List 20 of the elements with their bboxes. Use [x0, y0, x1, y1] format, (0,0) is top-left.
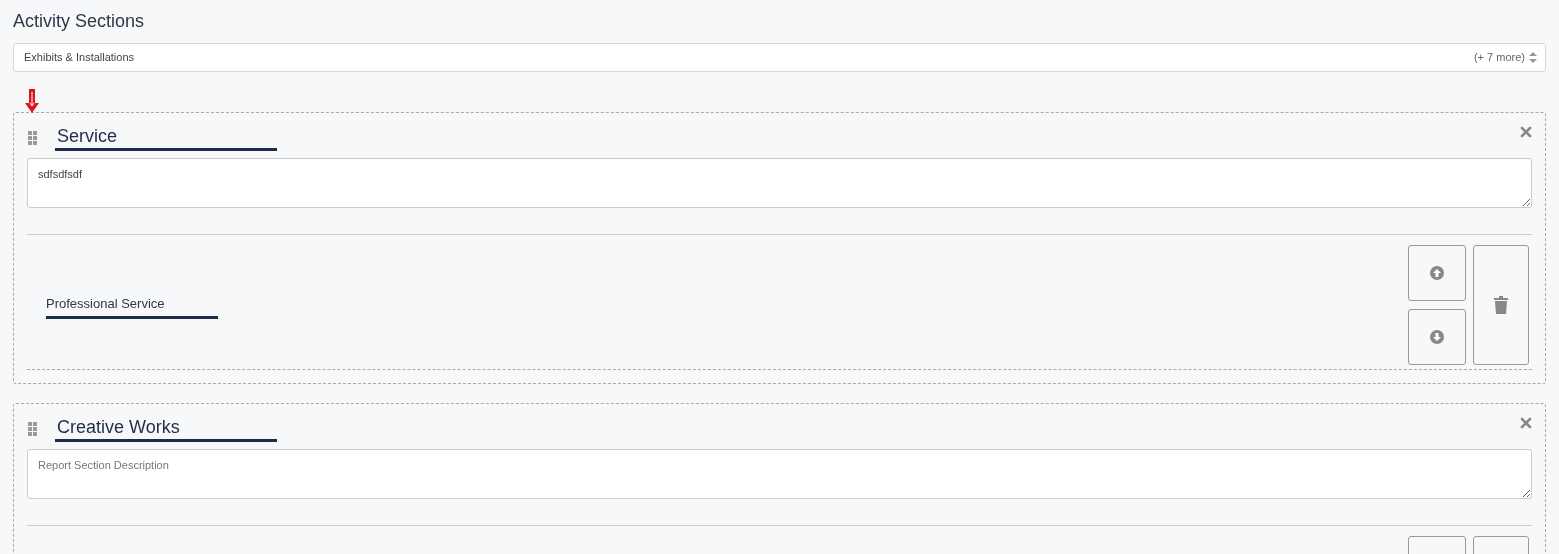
sort-caret-icon — [1529, 52, 1537, 63]
delete-button[interactable] — [1473, 245, 1529, 365]
section-title[interactable]: Creative Works — [55, 416, 277, 442]
close-icon[interactable] — [1520, 417, 1532, 429]
entry-name[interactable]: Professional Service — [46, 293, 218, 320]
move-up-button[interactable] — [1408, 245, 1466, 301]
select-value: Exhibits & Installations — [24, 50, 136, 66]
multi-select-field[interactable]: Exhibits & Installations (+ 7 more) — [13, 43, 1546, 72]
move-down-button[interactable] — [1408, 309, 1466, 365]
move-down-icon — [1430, 330, 1444, 344]
drag-handle-icon[interactable] — [28, 131, 37, 145]
move-up-icon — [1430, 266, 1444, 280]
trash-icon — [1494, 296, 1508, 314]
more-count: (+ 7 more) — [1473, 50, 1525, 66]
section-title[interactable]: Service — [55, 125, 277, 151]
section-heading: Activity Sections — [13, 10, 146, 32]
description-field[interactable]: sdfsdfsdf — [27, 158, 1532, 208]
description-field[interactable]: Report Section Description — [27, 449, 1532, 499]
close-icon[interactable] — [1520, 126, 1532, 138]
drag-handle-icon[interactable] — [28, 422, 37, 436]
